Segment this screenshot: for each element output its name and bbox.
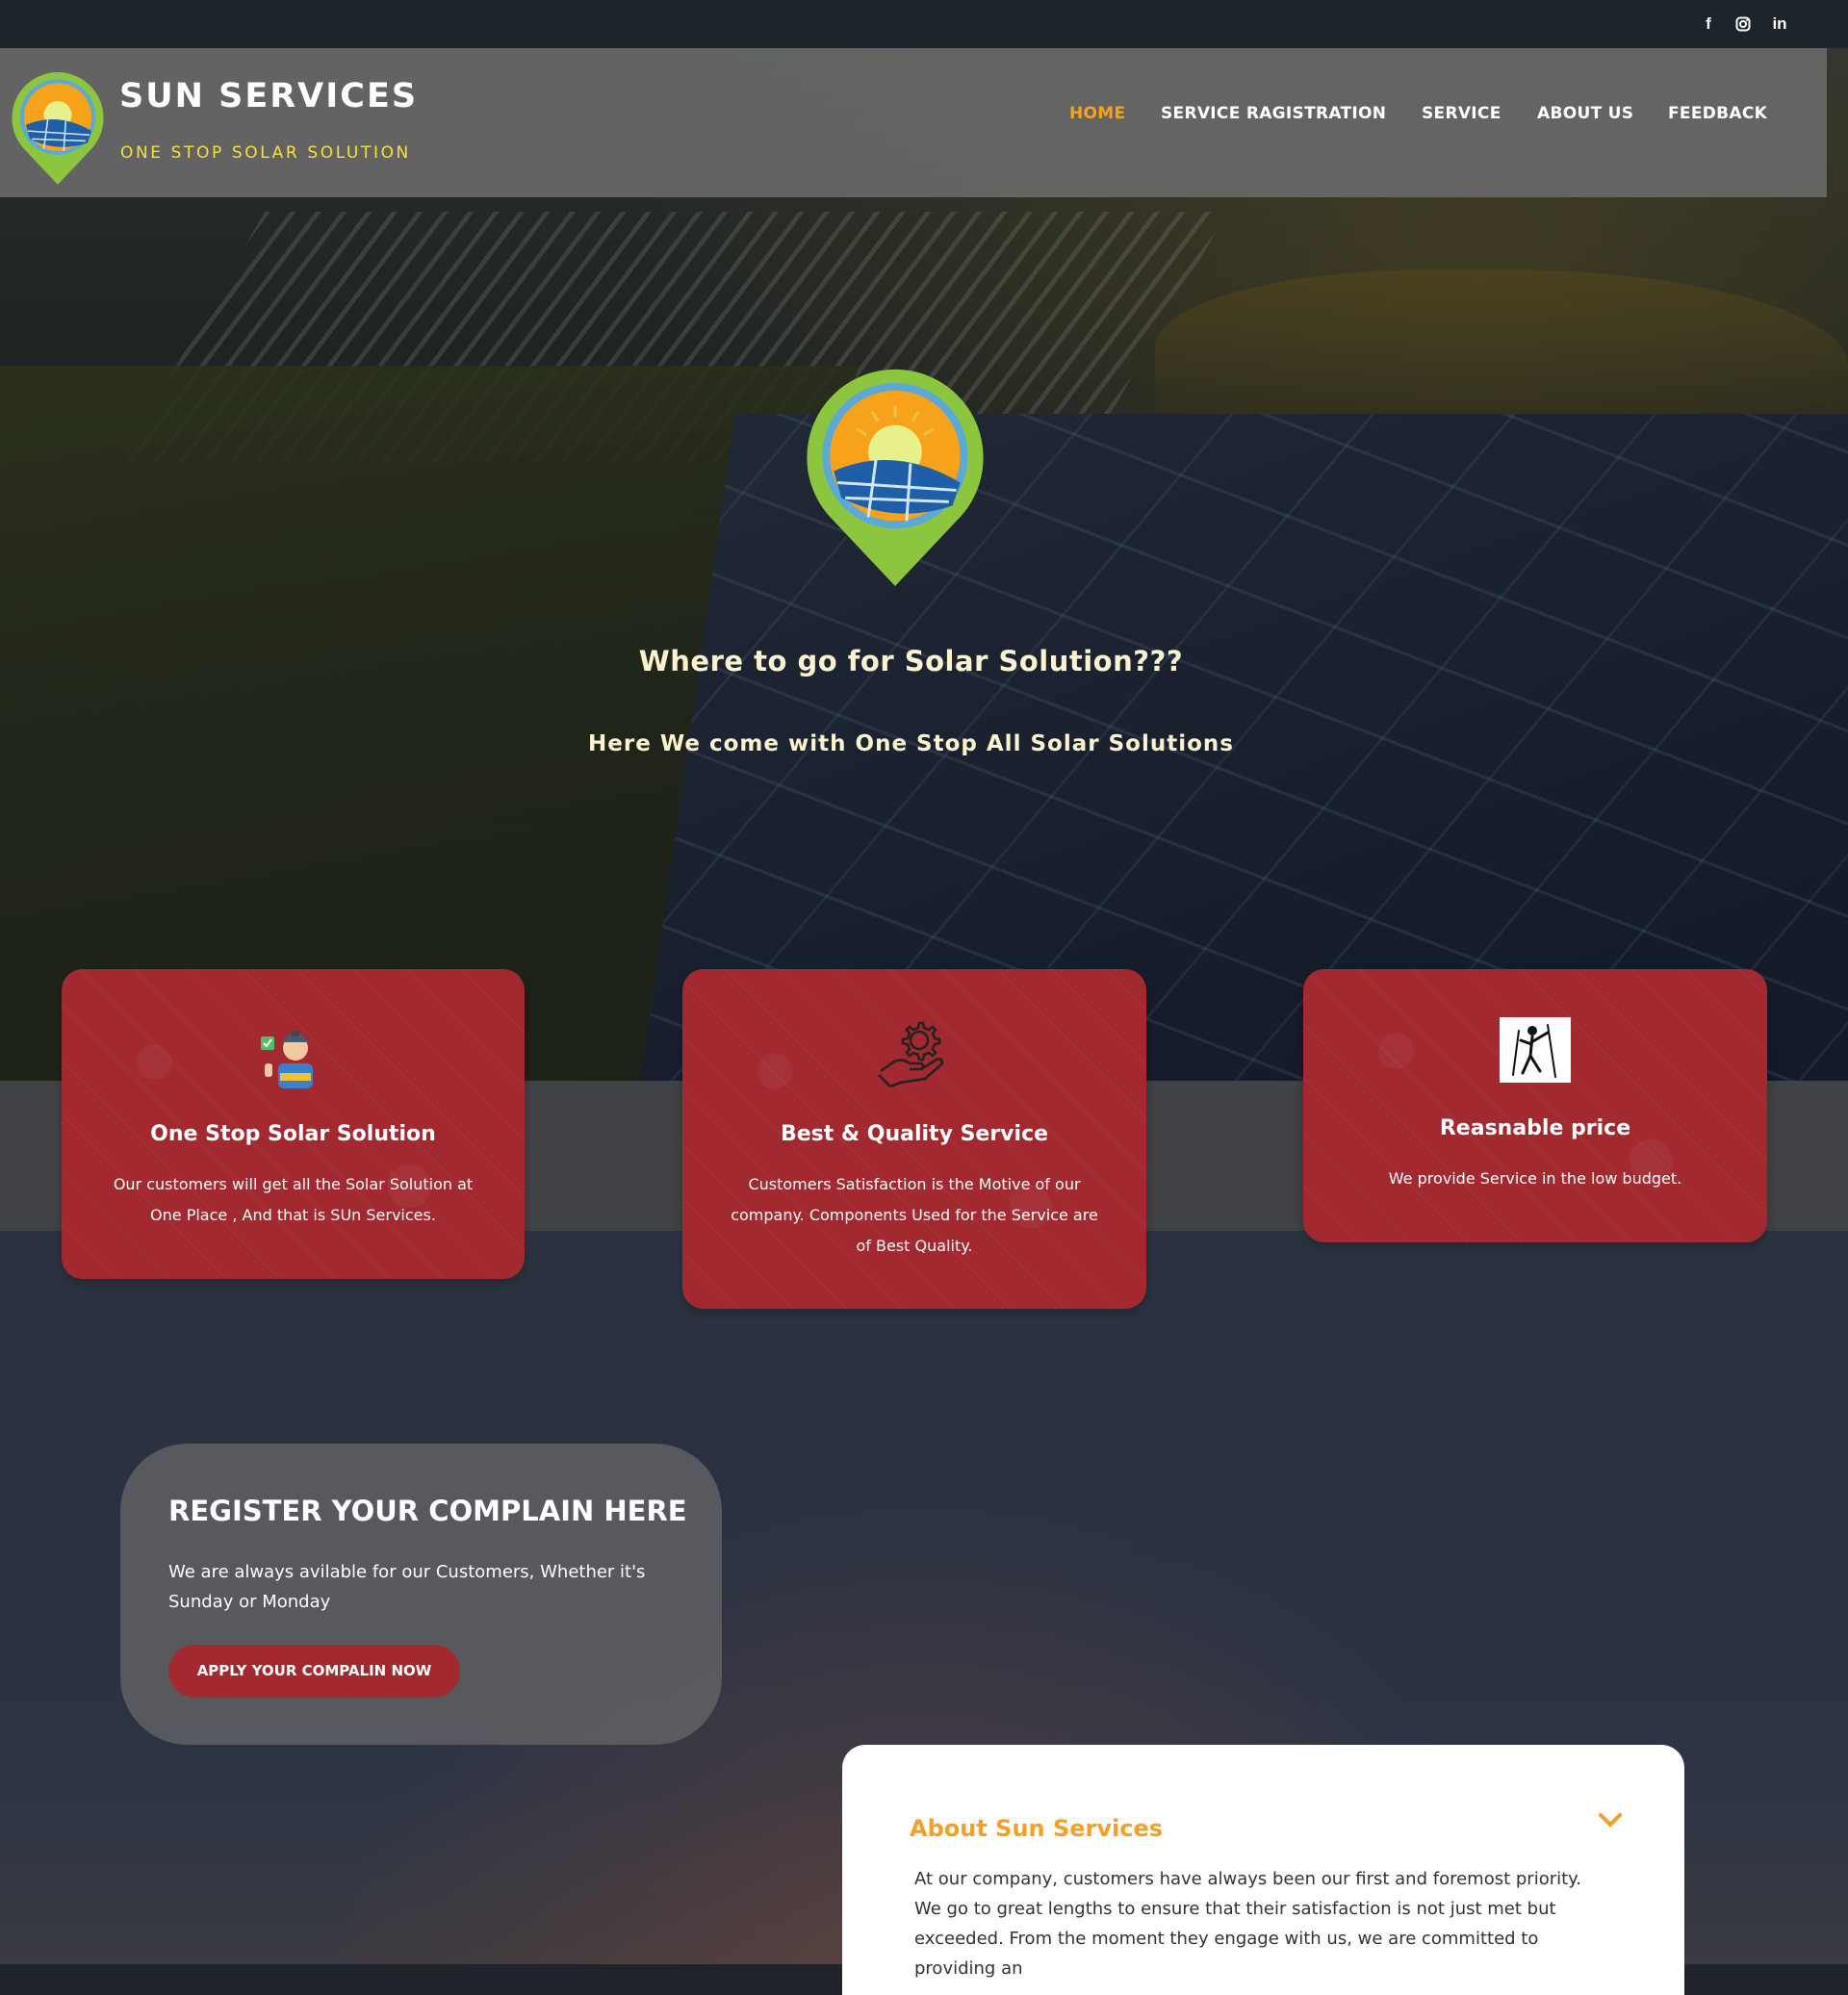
site-header: SUN SERVICES ONE STOP SOLAR SOLUTION HOM…	[0, 48, 1827, 197]
feature-text: We provide Service in the low budget.	[1388, 1169, 1682, 1188]
brand-title[interactable]: SUN SERVICES	[119, 77, 418, 115]
feature-title: Reasnable price	[1439, 1116, 1631, 1140]
feature-text: Our customers will get all the Solar Sol…	[113, 1175, 474, 1224]
top-bar: f in	[0, 0, 1848, 48]
nav-service[interactable]: SERVICE	[1422, 104, 1502, 123]
hero-subheading: Here We come with One Stop All Solar Sol…	[588, 731, 1234, 756]
brand-tagline: ONE STOP SOLAR SOLUTION	[120, 143, 411, 163]
about-title[interactable]: About Sun Services	[910, 1815, 1163, 1842]
feature-title: One Stop Solar Solution	[150, 1122, 436, 1146]
chevron-down-icon[interactable]	[1597, 1810, 1624, 1829]
worker-sign-icon	[1500, 1017, 1571, 1083]
about-text: At our company, customers have always be…	[914, 1869, 1581, 1979]
about-panel: About Sun Services At our company, custo…	[842, 1745, 1684, 1995]
linkedin-icon[interactable]: in	[1769, 13, 1790, 35]
instagram-icon[interactable]	[1732, 13, 1754, 35]
feature-card: Reasnable price We provide Service in th…	[1303, 969, 1767, 1242]
complain-title: REGISTER YOUR COMPLAIN HERE	[168, 1495, 687, 1527]
feature-text: Customers Satisfaction is the Motive of …	[731, 1175, 1098, 1255]
solar-pin-logo-icon[interactable]	[8, 69, 108, 187]
feature-card: Best & Quality Service Customers Satisfa…	[682, 969, 1146, 1309]
hero-logo-icon	[807, 369, 984, 587]
feature-title: Best & Quality Service	[780, 1122, 1049, 1146]
technician-icon	[260, 1031, 313, 1088]
apply-complain-button[interactable]: APPLY YOUR COMPALIN NOW	[168, 1645, 460, 1698]
nav-home[interactable]: HOME	[1069, 104, 1125, 123]
nav-service-registration[interactable]: SERVICE RAGISTRATION	[1161, 104, 1386, 123]
complain-box: REGISTER YOUR COMPLAIN HERE We are alway…	[120, 1444, 722, 1745]
facebook-icon[interactable]: f	[1698, 13, 1719, 35]
nav-feedback[interactable]: FEEDBACK	[1668, 104, 1767, 123]
feature-card: One Stop Solar Solution Our customers wi…	[62, 969, 525, 1279]
gear-hand-icon	[878, 1021, 944, 1088]
complain-text: We are always avilable for our Customers…	[168, 1562, 646, 1612]
hero-heading: Where to go for Solar Solution???	[638, 645, 1184, 678]
nav-about-us[interactable]: ABOUT US	[1537, 104, 1633, 123]
